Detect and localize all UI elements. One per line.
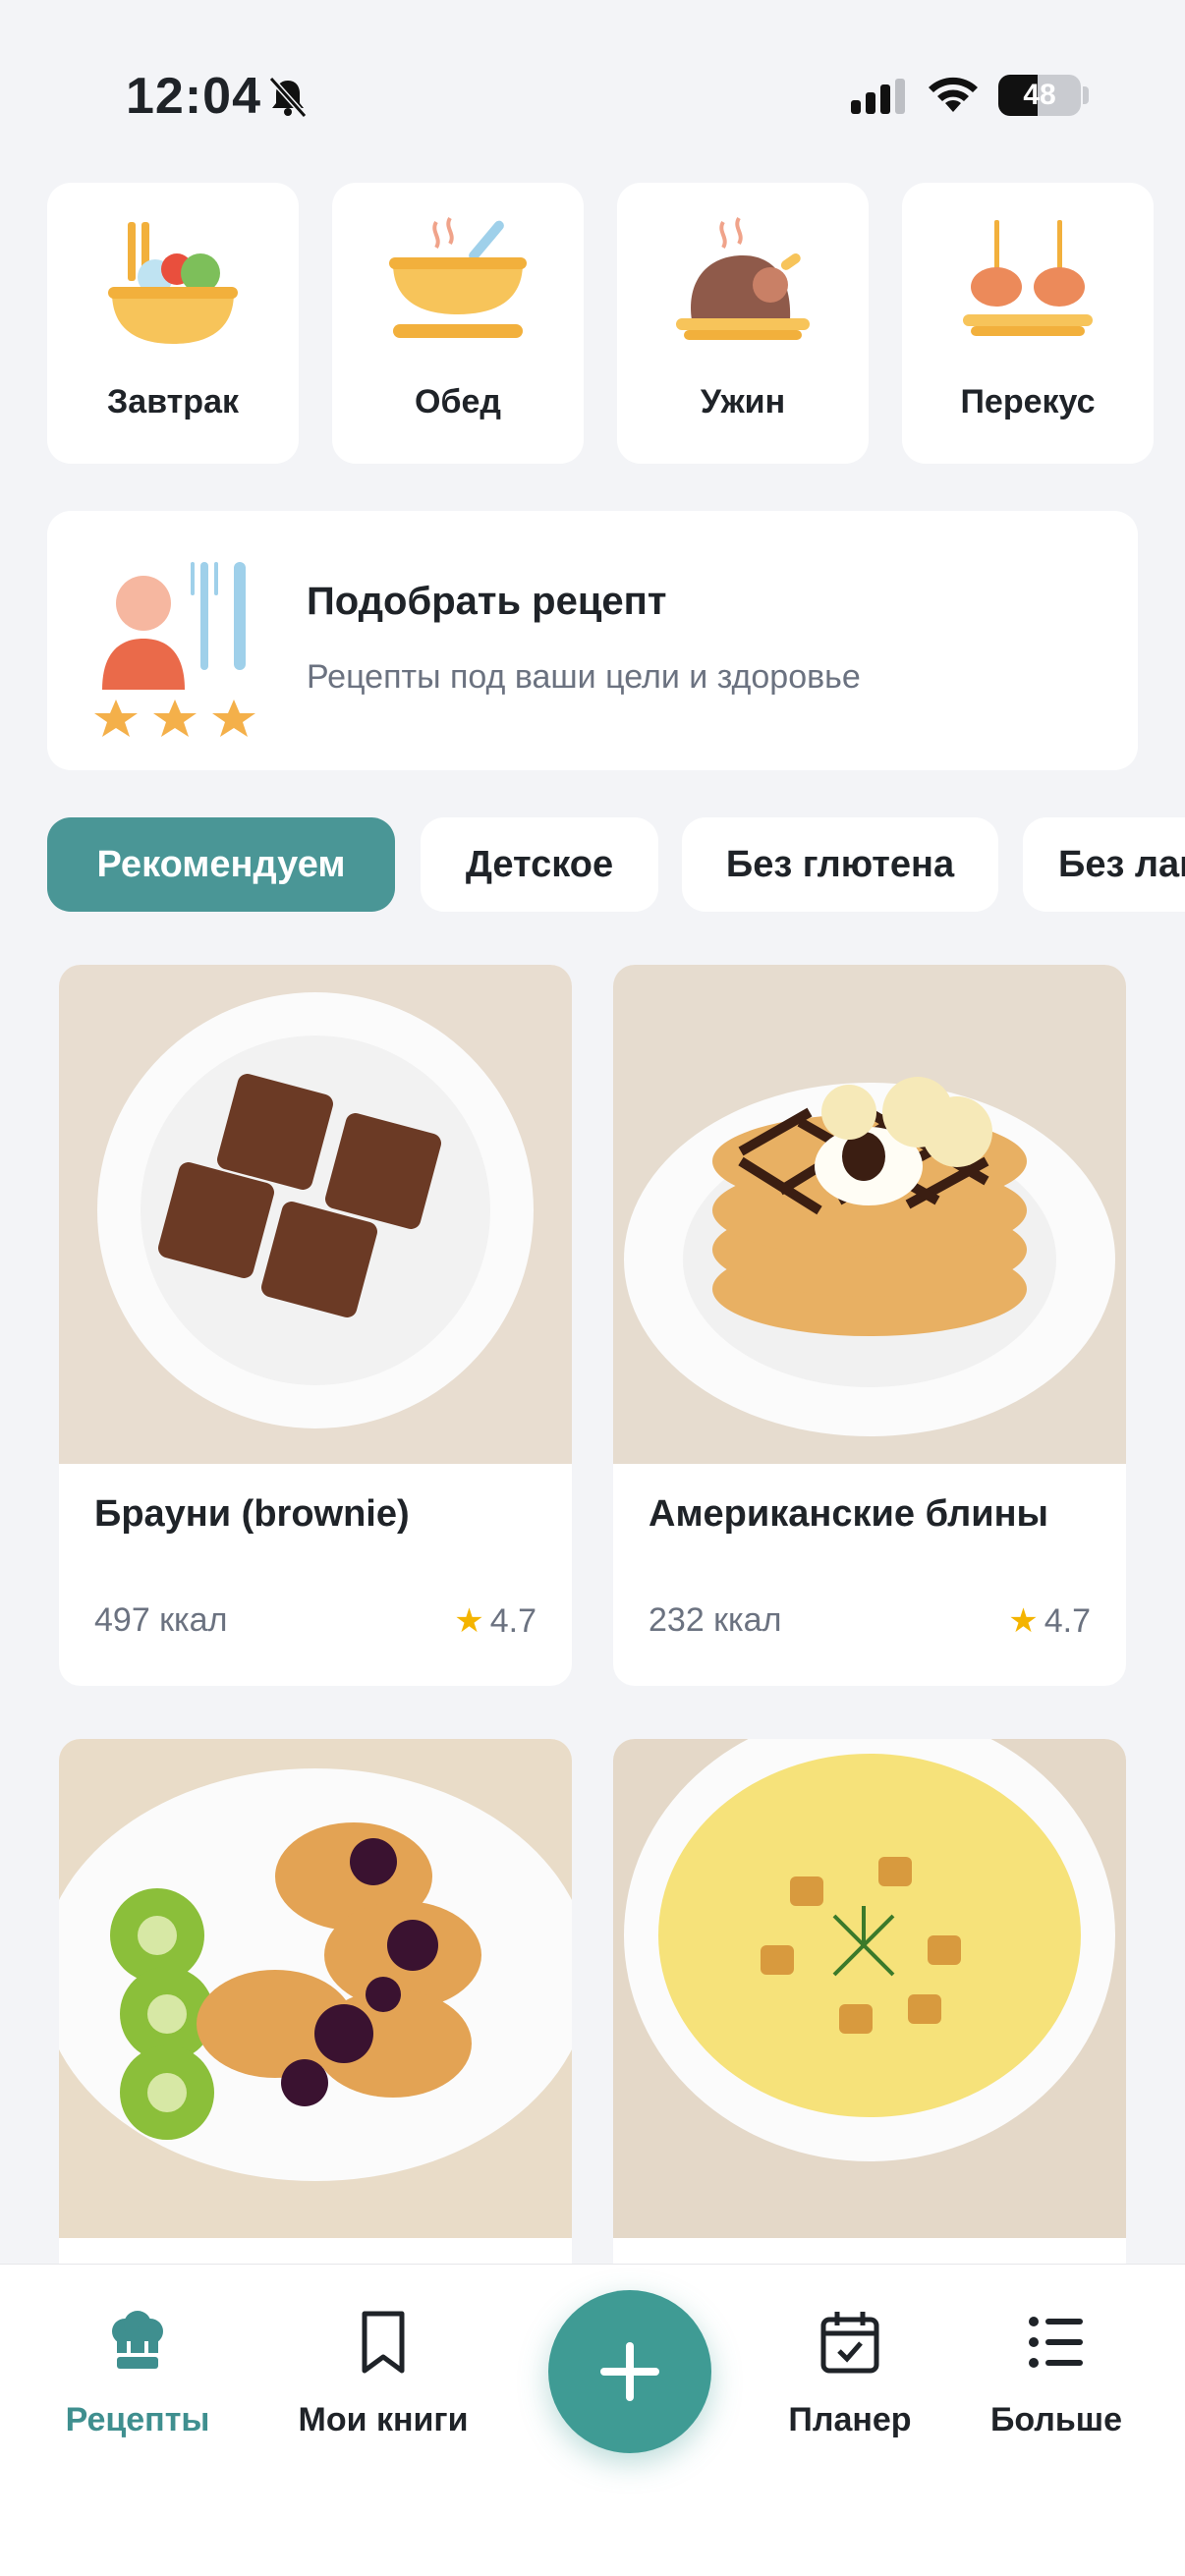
- recipe-card-cream-soup[interactable]: [613, 1739, 1126, 2328]
- rating-value: 4.7: [489, 1602, 536, 1640]
- chip-kids[interactable]: Детское: [421, 817, 658, 912]
- roast-chicken-icon: [676, 216, 810, 340]
- rating-value: 4.7: [1044, 1602, 1091, 1640]
- soup-bowl-icon: [389, 216, 527, 338]
- tab-label: Мои книги: [298, 2401, 469, 2438]
- recipe-picker-card[interactable]: Подобрать рецепт Рецепты под ваши цели и…: [47, 511, 1138, 770]
- category-label: Ужин: [700, 383, 786, 420]
- chip-lactose-free[interactable]: Без лактозы: [1023, 817, 1185, 912]
- tab-my-books[interactable]: Мои книги: [275, 2308, 491, 2439]
- status-time: 12:04: [126, 68, 261, 125]
- add-button[interactable]: [548, 2290, 711, 2453]
- bookmark-icon: [362, 2311, 405, 2374]
- recipe-card-brownie[interactable]: Брауни (brownie) 497 ккал ★ 4.7: [59, 965, 572, 1686]
- status-bar: 12:04 48: [0, 0, 1185, 177]
- recipe-card-kiwi-fritters[interactable]: [59, 1739, 572, 2328]
- battery-percent: 48: [1023, 79, 1056, 111]
- category-label: Обед: [415, 383, 501, 420]
- meal-categories: Завтрак Обед Ужин Перекус: [47, 183, 1154, 464]
- tab-label: Планер: [788, 2401, 912, 2438]
- recipe-rating: ★ 4.7: [1008, 1601, 1091, 1641]
- picker-subtitle: Рецепты под ваши цели и здоровье: [307, 658, 861, 696]
- recipe-name: Брауни (brownie): [94, 1493, 410, 1535]
- picker-title: Подобрать рецепт: [307, 580, 667, 623]
- calendar-check-icon: [820, 2312, 879, 2374]
- breakfast-bowl-icon: [108, 222, 238, 344]
- category-label: Перекус: [960, 383, 1096, 420]
- wifi-icon: [929, 77, 978, 112]
- tab-more[interactable]: Больше: [948, 2308, 1164, 2439]
- category-dinner[interactable]: Ужин: [617, 183, 869, 464]
- battery-icon: 48: [998, 75, 1081, 116]
- tab-recipes[interactable]: Рецепты: [29, 2308, 246, 2439]
- pancakes-photo: [613, 965, 1126, 1464]
- recipe-rating: ★ 4.7: [454, 1601, 536, 1641]
- recipe-card-pancakes[interactable]: Американские блины 232 ккал ★ 4.7: [613, 965, 1126, 1686]
- battery-tip: [1083, 86, 1089, 104]
- recipe-kcal: 232 ккал: [649, 1601, 782, 1639]
- recipe-kcal: 497 ккал: [94, 1601, 228, 1639]
- cellular-signal-icon: [851, 79, 905, 114]
- kiwi-fritters-photo: [59, 1739, 572, 2238]
- chef-hat-icon: [112, 2311, 163, 2369]
- recipe-name: Американские блины: [649, 1493, 1048, 1535]
- tab-label: Рецепты: [65, 2401, 210, 2438]
- cream-soup-photo: [613, 1739, 1126, 2238]
- filter-chips: Рекомендуем Детское Без глютена Без лакт…: [47, 817, 1185, 912]
- category-breakfast[interactable]: Завтрак: [47, 183, 299, 464]
- chip-recommended[interactable]: Рекомендуем: [47, 817, 395, 912]
- snack-skewers-icon: [963, 220, 1093, 336]
- list-icon: [1029, 2317, 1083, 2368]
- plus-icon-vertical: [626, 2342, 634, 2401]
- category-label: Завтрак: [106, 383, 239, 420]
- brownie-photo: [59, 965, 572, 1464]
- bottom-tab-bar: Рецепты Мои книги Планер Больше: [0, 2264, 1185, 2576]
- tab-label: Больше: [989, 2401, 1123, 2438]
- category-snack[interactable]: Перекус: [902, 183, 1154, 464]
- tab-planner[interactable]: Планер: [742, 2308, 958, 2439]
- bell-muted-icon: [268, 76, 308, 119]
- star-icon: ★: [1008, 1602, 1039, 1640]
- chef-rating-icon: [94, 562, 255, 737]
- category-lunch[interactable]: Обед: [332, 183, 584, 464]
- star-icon: ★: [454, 1602, 484, 1640]
- chip-gluten-free[interactable]: Без глютена: [682, 817, 998, 912]
